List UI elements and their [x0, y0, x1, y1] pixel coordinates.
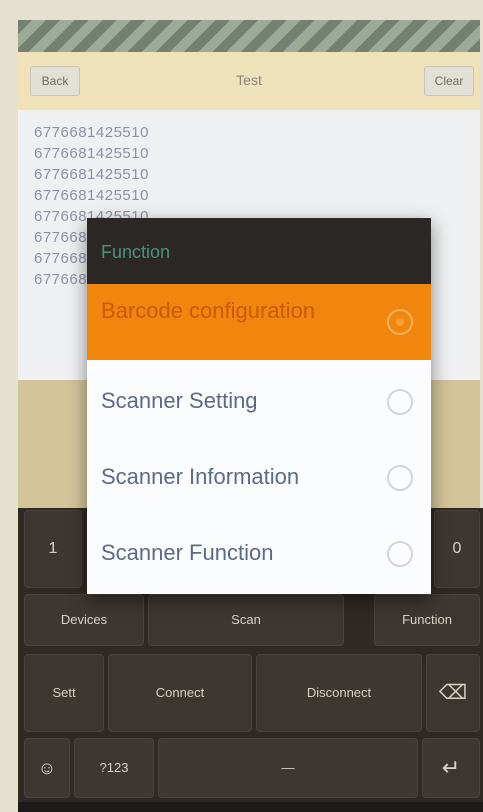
function-button[interactable]: Function: [374, 594, 480, 646]
symbols-key[interactable]: ?123: [74, 738, 154, 798]
scan-result-line: 6776681425510: [34, 124, 149, 141]
settings-button[interactable]: Sett: [24, 654, 104, 732]
option-label: Barcode configuration: [101, 298, 316, 323]
backspace-icon[interactable]: ⌫: [426, 654, 480, 732]
enter-icon[interactable]: ↵: [422, 738, 480, 798]
emoji-icon[interactable]: ☺: [24, 738, 70, 798]
option-label: Scanner Information: [101, 464, 300, 489]
page-title: Test: [236, 72, 262, 88]
space-key[interactable]: —: [158, 738, 418, 798]
option-scanner-information[interactable]: Scanner Information: [87, 440, 431, 516]
disconnect-button[interactable]: Disconnect: [256, 654, 422, 732]
app-screen: Back Test Clear 6776681425510 6776681425…: [0, 0, 483, 812]
navigation-bar: [18, 802, 483, 812]
dialog-header: Function: [87, 218, 431, 284]
option-barcode-configuration[interactable]: Barcode configuration: [87, 284, 431, 360]
status-bar: [18, 20, 480, 52]
scan-result-line: 6776681425510: [34, 145, 149, 162]
connect-button[interactable]: Connect: [108, 654, 252, 732]
option-label: Scanner Setting: [101, 388, 258, 413]
scan-button[interactable]: Scan: [148, 594, 344, 646]
option-scanner-function[interactable]: Scanner Function: [87, 516, 431, 592]
scan-result-line: 6776681425510: [34, 187, 149, 204]
radio-icon[interactable]: [387, 541, 413, 567]
clear-button[interactable]: Clear: [424, 66, 474, 96]
key-0[interactable]: 0: [434, 510, 480, 588]
dialog-title: Function: [101, 242, 171, 262]
devices-button[interactable]: Devices: [24, 594, 144, 646]
option-scanner-setting[interactable]: Scanner Setting: [87, 364, 431, 440]
radio-icon[interactable]: [387, 389, 413, 415]
scan-result-line: 6776681425510: [34, 166, 149, 183]
key-1[interactable]: 1: [24, 510, 82, 588]
radio-selected-icon[interactable]: [387, 309, 413, 335]
title-bar: Back Test Clear: [18, 52, 480, 110]
radio-icon[interactable]: [387, 465, 413, 491]
function-dialog: Function Barcode configuration Scanner S…: [87, 218, 431, 594]
option-label: Scanner Function: [101, 540, 274, 565]
